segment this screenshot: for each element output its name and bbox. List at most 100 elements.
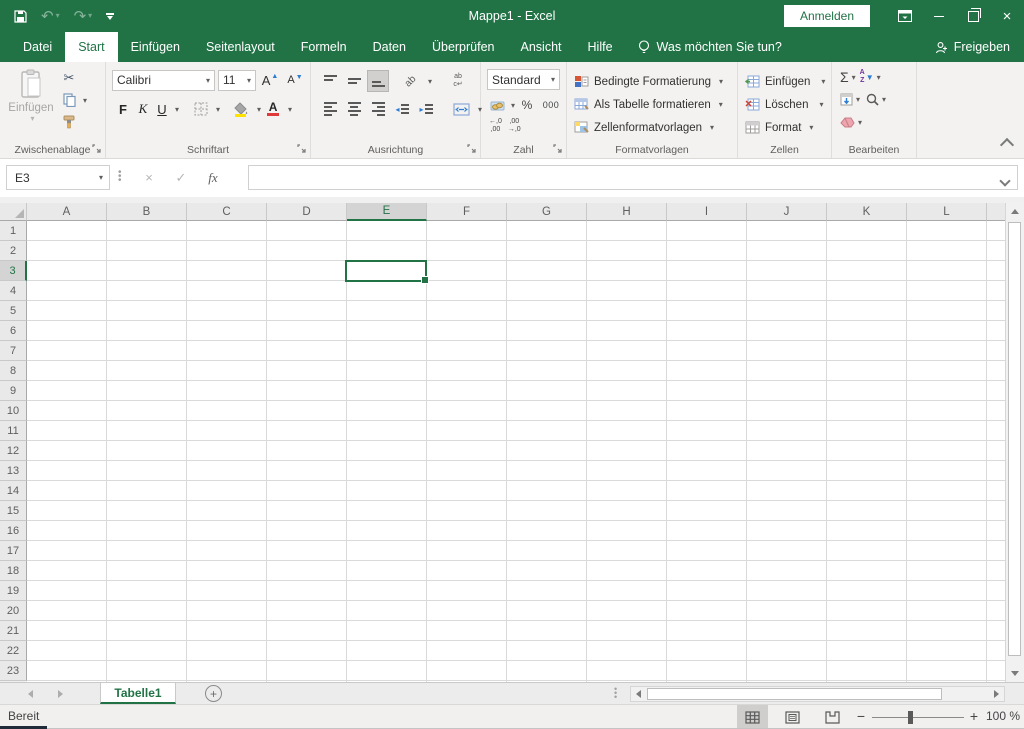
align-top-icon[interactable] bbox=[319, 70, 341, 92]
column-header-l[interactable]: L bbox=[907, 203, 987, 221]
redo-icon[interactable]: ↷▾ bbox=[74, 9, 93, 24]
select-all-button[interactable] bbox=[0, 203, 27, 221]
tab-hilfe[interactable]: Hilfe bbox=[575, 32, 626, 62]
font-name-select[interactable]: Calibri▾ bbox=[112, 70, 215, 91]
insert-function-icon[interactable]: fx bbox=[198, 165, 228, 190]
page-break-view-icon[interactable] bbox=[817, 705, 848, 729]
vertical-scrollbar[interactable] bbox=[1005, 203, 1024, 682]
tab-formeln[interactable]: Formeln bbox=[288, 32, 360, 62]
cancel-icon[interactable]: × bbox=[134, 165, 164, 190]
fill-down-icon[interactable]: ▾ bbox=[840, 93, 860, 106]
underline-caret-icon[interactable]: ▾ bbox=[175, 105, 179, 114]
row-header-16[interactable]: 16 bbox=[0, 521, 27, 541]
scroll-up-icon[interactable] bbox=[1006, 203, 1024, 220]
tab-ueberpruefen[interactable]: Überprüfen bbox=[419, 32, 508, 62]
align-right-icon[interactable] bbox=[367, 98, 389, 120]
scroll-left-icon[interactable] bbox=[631, 687, 646, 701]
tell-me-box[interactable]: Was möchten Sie tun? bbox=[626, 32, 794, 62]
column-header-i[interactable]: I bbox=[667, 203, 747, 221]
borders-caret-icon[interactable]: ▾ bbox=[216, 105, 220, 114]
column-header-g[interactable]: G bbox=[507, 203, 587, 221]
column-header-j[interactable]: J bbox=[747, 203, 827, 221]
row-header-14[interactable]: 14 bbox=[0, 481, 27, 501]
cut-icon[interactable]: ✂ bbox=[58, 68, 80, 88]
cell-grid[interactable] bbox=[27, 221, 1005, 682]
restore-button[interactable] bbox=[956, 0, 990, 32]
accounting-caret-icon[interactable]: ▾ bbox=[511, 101, 515, 110]
percent-style-icon[interactable]: % bbox=[516, 94, 538, 116]
wrap-text-icon[interactable]: abc↵ bbox=[446, 70, 470, 92]
bold-button[interactable]: F bbox=[114, 98, 132, 120]
name-box[interactable]: E3 ▾ bbox=[6, 165, 110, 190]
sheet-tab-tabelle1[interactable]: Tabelle1 bbox=[100, 683, 176, 704]
font-dialog-launcher-icon[interactable] bbox=[297, 144, 307, 154]
tab-seitenlayout[interactable]: Seitenlayout bbox=[193, 32, 288, 62]
tab-datei[interactable]: Datei bbox=[10, 32, 65, 62]
merge-center-icon[interactable] bbox=[449, 98, 473, 120]
row-header-6[interactable]: 6 bbox=[0, 321, 27, 341]
increase-indent-icon[interactable]: ▸ bbox=[415, 98, 437, 120]
row-header-19[interactable]: 19 bbox=[0, 581, 27, 601]
font-color-icon[interactable]: A bbox=[263, 98, 283, 120]
insert-cells-button[interactable]: Einfügen▾ bbox=[745, 71, 825, 92]
find-select-icon[interactable]: ▾ bbox=[866, 93, 886, 106]
formula-bar-splitter[interactable]: ••• bbox=[118, 171, 122, 183]
close-button[interactable]: × bbox=[990, 0, 1024, 32]
row-header-2[interactable]: 2 bbox=[0, 241, 27, 261]
row-header-9[interactable]: 9 bbox=[0, 381, 27, 401]
row-header-11[interactable]: 11 bbox=[0, 421, 27, 441]
number-format-select[interactable]: Standard▾ bbox=[487, 69, 560, 90]
decrease-font-size-icon[interactable]: A▼ bbox=[284, 69, 306, 91]
share-button[interactable]: Freigeben bbox=[935, 32, 1010, 62]
fill-handle[interactable] bbox=[421, 276, 429, 284]
customize-qat-icon[interactable] bbox=[106, 13, 114, 20]
sign-in-button[interactable]: Anmelden bbox=[784, 5, 870, 27]
formula-input[interactable] bbox=[248, 165, 1018, 190]
zoom-slider[interactable] bbox=[872, 717, 964, 718]
column-header-h[interactable]: H bbox=[587, 203, 667, 221]
scroll-down-icon[interactable] bbox=[1006, 665, 1024, 682]
increase-font-size-icon[interactable]: A▲ bbox=[259, 69, 281, 91]
horizontal-scrollbar[interactable] bbox=[630, 686, 1005, 702]
paste-button[interactable]: Einfügen ▾ bbox=[8, 69, 54, 137]
zoom-out-icon[interactable]: − bbox=[853, 708, 869, 724]
row-header-21[interactable]: 21 bbox=[0, 621, 27, 641]
save-icon[interactable] bbox=[14, 10, 27, 23]
number-dialog-launcher-icon[interactable] bbox=[553, 144, 563, 154]
next-sheet-icon[interactable] bbox=[45, 683, 75, 704]
format-as-table-button[interactable]: Als Tabelle formatieren▾ bbox=[574, 94, 723, 115]
selected-cell[interactable] bbox=[345, 260, 427, 282]
row-header-22[interactable]: 22 bbox=[0, 641, 27, 661]
comma-style-icon[interactable]: 000 bbox=[539, 94, 563, 116]
zoom-level[interactable]: 100 % bbox=[986, 709, 1020, 723]
decrease-decimal-icon[interactable]: ,00→,0 bbox=[508, 118, 521, 133]
orientation-icon[interactable]: ab bbox=[399, 70, 423, 92]
row-header-7[interactable]: 7 bbox=[0, 341, 27, 361]
column-header-b[interactable]: B bbox=[107, 203, 187, 221]
borders-icon[interactable] bbox=[191, 98, 211, 120]
column-header-partial[interactable] bbox=[987, 203, 1005, 221]
row-header-18[interactable]: 18 bbox=[0, 561, 27, 581]
tab-start[interactable]: Start bbox=[65, 32, 117, 62]
row-header-15[interactable]: 15 bbox=[0, 501, 27, 521]
italic-button[interactable]: K bbox=[134, 98, 152, 120]
row-header-12[interactable]: 12 bbox=[0, 441, 27, 461]
row-header-20[interactable]: 20 bbox=[0, 601, 27, 621]
copy-caret-icon[interactable]: ▾ bbox=[83, 96, 87, 105]
fill-color-caret-icon[interactable]: ▾ bbox=[257, 105, 261, 114]
clipboard-dialog-launcher-icon[interactable] bbox=[92, 144, 102, 154]
underline-button[interactable]: U bbox=[154, 98, 170, 120]
row-header-5[interactable]: 5 bbox=[0, 301, 27, 321]
alignment-dialog-launcher-icon[interactable] bbox=[467, 144, 477, 154]
zoom-slider-thumb[interactable] bbox=[908, 711, 913, 724]
clear-eraser-icon[interactable]: ▾ bbox=[840, 117, 862, 128]
tab-einfuegen[interactable]: Einfügen bbox=[118, 32, 193, 62]
zoom-in-icon[interactable]: + bbox=[966, 708, 982, 724]
tab-ansicht[interactable]: Ansicht bbox=[508, 32, 575, 62]
font-size-select[interactable]: 11▾ bbox=[218, 70, 256, 91]
ribbon-display-options-icon[interactable] bbox=[888, 0, 922, 32]
column-header-e[interactable]: E bbox=[347, 203, 427, 221]
row-header-8[interactable]: 8 bbox=[0, 361, 27, 381]
align-left-icon[interactable] bbox=[319, 98, 341, 120]
orientation-caret-icon[interactable]: ▾ bbox=[428, 77, 432, 86]
